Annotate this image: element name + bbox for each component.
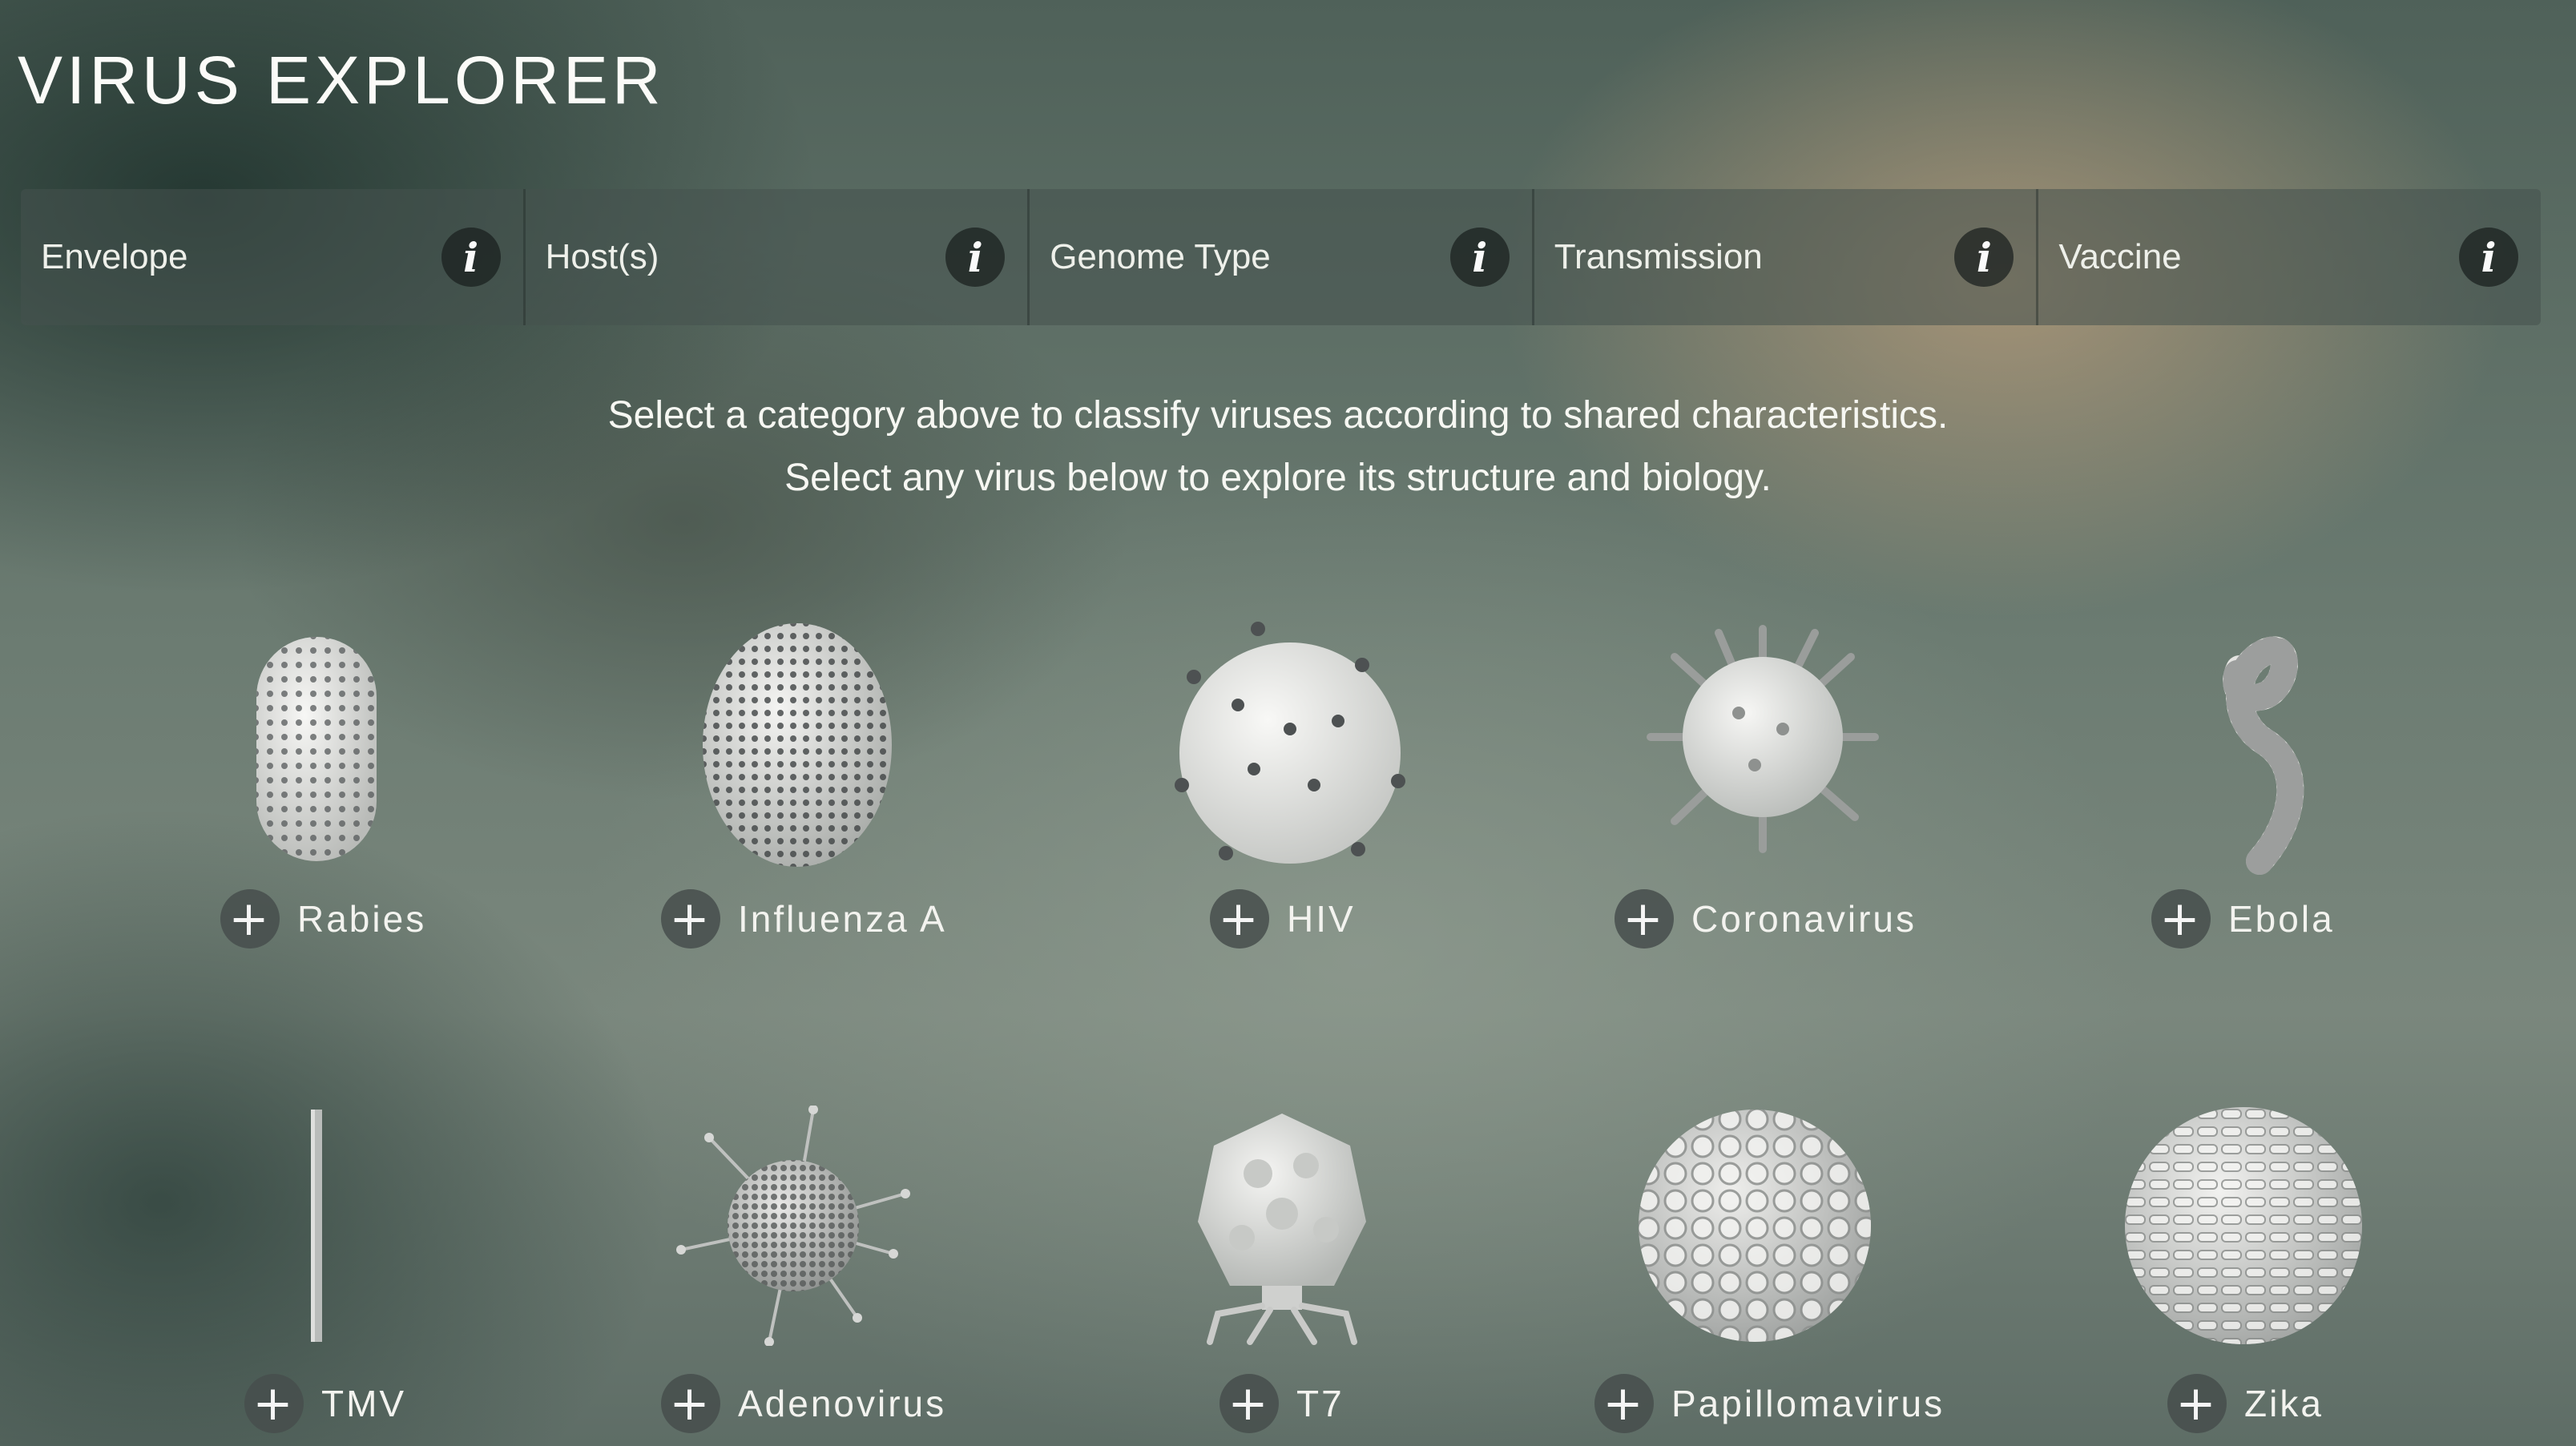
virus-card-adenovirus[interactable]: + Adenovirus (649, 1106, 953, 1442)
info-icon[interactable]: i (945, 228, 1006, 287)
info-icon[interactable]: i (2458, 228, 2518, 287)
virus-label-t7: + T7 (1219, 1374, 1344, 1433)
plus-icon[interactable]: + (1594, 1374, 1654, 1433)
filter-tab-vaccine[interactable]: Vaccine i (2038, 189, 2541, 325)
virus-name: Adenovirus (738, 1383, 947, 1424)
tmv-virus-icon (311, 1110, 322, 1342)
plus-icon[interactable]: + (244, 1374, 304, 1433)
plus-icon[interactable]: + (1210, 889, 1269, 949)
virus-name: Zika (2244, 1383, 2324, 1424)
plus-icon[interactable]: + (661, 1374, 720, 1433)
filter-label: Transmission (1554, 237, 1763, 276)
virus-label-ebola: + Ebola (2151, 889, 2335, 949)
filter-tab-envelope[interactable]: Envelope i (21, 189, 526, 325)
virus-name: TMV (321, 1383, 407, 1424)
info-icon[interactable]: i (1449, 228, 1510, 287)
virus-name: Papillomavirus (1671, 1383, 1945, 1424)
virus-card-rabies[interactable]: + Rabies (192, 617, 449, 953)
plus-icon[interactable]: + (661, 889, 720, 949)
virus-name: HIV (1287, 898, 1356, 940)
virus-label-papillomavirus: + Papillomavirus (1594, 1374, 1945, 1433)
papillomavirus-icon (1639, 1110, 1871, 1342)
virus-name: T7 (1296, 1383, 1344, 1424)
adenovirus-icon (676, 1106, 910, 1346)
virus-label-influenza-a: + Influenza A (661, 889, 947, 949)
virus-card-influenza-a[interactable]: + Influenza A (649, 617, 953, 953)
plus-icon[interactable]: + (2167, 1374, 2227, 1433)
virus-label-tmv: + TMV (244, 1374, 406, 1433)
instructions-line-1: Select a category above to classify viru… (607, 394, 1949, 437)
info-icon[interactable]: i (441, 228, 501, 287)
zika-virus-icon (2125, 1107, 2362, 1344)
virus-label-coronavirus: + Coronavirus (1615, 889, 1917, 949)
virus-card-zika[interactable]: + Zika (2123, 1106, 2380, 1442)
virus-label-rabies: + Rabies (220, 889, 426, 949)
virus-card-hiv[interactable]: + HIV (1154, 617, 1410, 953)
filter-tab-hosts[interactable]: Host(s) i (526, 189, 1030, 325)
info-icon[interactable]: i (1954, 228, 2014, 287)
virus-card-t7[interactable]: + T7 (1170, 1106, 1426, 1442)
virus-label-adenovirus: + Adenovirus (661, 1374, 946, 1433)
hiv-virus-icon (1175, 622, 1405, 864)
virus-label-hiv: + HIV (1210, 889, 1356, 949)
filter-label: Host(s) (545, 237, 659, 276)
instructions-line-2: Select any virus below to explore its st… (784, 457, 1772, 499)
virus-card-papillomavirus[interactable]: + Papillomavirus (1594, 1106, 1942, 1442)
filter-label: Vaccine (2058, 237, 2182, 276)
category-filter-bar: Envelope i Host(s) i Genome Type i Trans… (21, 189, 2541, 325)
virus-card-tmv[interactable]: + TMV (224, 1106, 481, 1442)
filter-label: Genome Type (1050, 237, 1271, 276)
influenza-virus-icon (703, 623, 892, 867)
virus-name: Rabies (297, 898, 427, 940)
virus-label-zika: + Zika (2167, 1374, 2324, 1433)
virus-name: Coronavirus (1691, 898, 1917, 940)
virus-name: Influenza A (738, 898, 947, 940)
filter-tab-transmission[interactable]: Transmission i (1534, 189, 2039, 325)
virus-card-coronavirus[interactable]: + Coronavirus (1611, 617, 1947, 953)
plus-icon[interactable]: + (1219, 1374, 1279, 1433)
filter-tab-genome-type[interactable]: Genome Type i (1030, 189, 1534, 325)
coronavirus-icon (1647, 625, 1879, 853)
t7-phage-icon (1198, 1114, 1366, 1345)
rabies-virus-icon (256, 637, 377, 861)
plus-icon[interactable]: + (220, 889, 280, 949)
plus-icon[interactable]: + (1615, 889, 1674, 949)
plus-icon[interactable]: + (2151, 889, 2211, 949)
virus-card-ebola[interactable]: + Ebola (2147, 617, 2404, 953)
ebola-virus-icon (2223, 636, 2304, 875)
filter-label: Envelope (41, 237, 188, 276)
app-title: VIRUS EXPLORER (18, 42, 665, 118)
virus-name: Ebola (2228, 898, 2335, 940)
instructions: Select a category above to classify viru… (0, 385, 2556, 510)
